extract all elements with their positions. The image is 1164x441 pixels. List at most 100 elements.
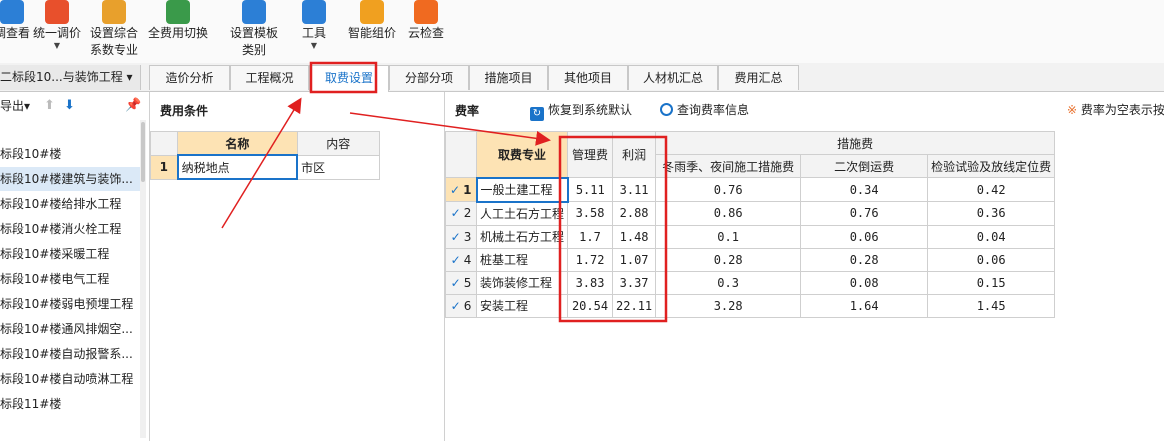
row-number: ✓ 4: [445, 247, 477, 272]
table-row[interactable]: ✓ 5 装饰装修工程 3.83 3.37 0.3 0.08 0.15: [445, 270, 1056, 295]
profession-cell[interactable]: 人工土石方工程: [475, 201, 569, 226]
toolbar-button-label: 云检查: [407, 26, 444, 40]
secondary-cell[interactable]: 0.08: [800, 270, 929, 295]
toolbar-button-label: 统一调价: [32, 26, 81, 40]
tab-8[interactable]: 费用汇总: [718, 65, 799, 90]
secondary-cell[interactable]: 0.76: [800, 201, 929, 226]
secondary-cell[interactable]: 0.34: [800, 177, 929, 202]
winter-cell[interactable]: 0.1: [655, 224, 802, 249]
table-row[interactable]: ✓ 3 机械土石方工程 1.7 1.48 0.1 0.06 0.04: [445, 224, 1056, 249]
winter-cell[interactable]: 0.3: [655, 270, 802, 295]
toolbar-button-label-2: 系数专业: [89, 43, 138, 57]
winter-cell[interactable]: 0.76: [655, 177, 802, 202]
tab-6[interactable]: 其他项目: [548, 65, 628, 90]
row-number-text: 4: [463, 252, 472, 267]
inspection-cell[interactable]: 0.42: [927, 177, 1056, 202]
toolbar-button-1[interactable]: 调查看: [0, 0, 30, 42]
toolbar-button-6[interactable]: 工具 ▼: [296, 0, 332, 50]
condition-name-cell[interactable]: 纳税地点: [176, 154, 299, 180]
profession-cell[interactable]: 一般土建工程: [475, 176, 569, 203]
toolbar-button-7[interactable]: 智能组价: [346, 0, 398, 42]
asterisk-icon: ※: [1067, 103, 1078, 117]
project-selector[interactable]: 二标段10...与装饰工程 ▾: [0, 65, 141, 90]
table-row[interactable]: ✓ 4 桩基工程 1.72 1.07 0.28 0.28 0.06: [445, 247, 1056, 272]
toolbar-button-label: 全费用切换: [147, 26, 208, 40]
col-header-content: 内容: [296, 131, 381, 156]
profession-cell[interactable]: 安装工程: [475, 293, 569, 318]
inspection-cell[interactable]: 0.06: [927, 247, 1056, 272]
winter-cell[interactable]: 0.28: [655, 247, 802, 272]
tree-item[interactable]: 标段10#楼自动喷淋工程: [0, 367, 140, 391]
tree-item[interactable]: 标段10#楼建筑与装饰...: [0, 167, 140, 191]
tab-5[interactable]: 措施项目: [469, 65, 548, 90]
profit-cell[interactable]: 3.37: [612, 270, 657, 295]
tree-item[interactable]: 标段10#楼消火栓工程: [0, 217, 140, 241]
management-cell[interactable]: 5.11: [567, 177, 614, 202]
profit-cell[interactable]: 22.11: [612, 293, 657, 318]
toolbar-button-5[interactable]: 设置模板 类别: [224, 0, 284, 59]
profession-cell[interactable]: 机械土石方工程: [475, 224, 569, 249]
inspection-cell[interactable]: 0.15: [927, 270, 1056, 295]
management-cell[interactable]: 1.72: [567, 247, 614, 272]
row-number: ✓ 1: [445, 177, 477, 202]
winter-cell[interactable]: 3.28: [655, 293, 802, 318]
toolbar-button-3[interactable]: 设置综合 系数专业: [86, 0, 142, 59]
fee-rates-panel: 费率 ↻ 恢复到系统默认 查询费率信息 ※ 费率为空表示按 取费专业 管理费 利润…: [445, 92, 1164, 441]
pin-icon[interactable]: 📌: [125, 92, 141, 120]
move-up-icon[interactable]: ⬆: [44, 92, 55, 120]
tree-item[interactable]: 标段10#楼通风排烟空...: [0, 317, 140, 341]
tree-item[interactable]: 标段10#楼弱电预埋工程: [0, 292, 140, 316]
inspection-cell[interactable]: 0.04: [927, 224, 1056, 249]
tree-scrollbar-thumb[interactable]: [141, 122, 145, 182]
table-row[interactable]: ✓ 6 安装工程 20.54 22.11 3.28 1.64 1.45: [445, 293, 1056, 318]
restore-default-button[interactable]: ↻ 恢复到系统默认: [530, 101, 632, 121]
profit-cell[interactable]: 2.88: [612, 201, 657, 226]
condition-content-cell[interactable]: 市区: [296, 154, 381, 180]
query-rates-button[interactable]: 查询费率信息: [660, 101, 749, 118]
table-row[interactable]: ✓ 1 一般土建工程 5.11 3.11 0.76 0.34 0.42: [445, 176, 1056, 203]
tab-2[interactable]: 工程概况: [230, 65, 309, 90]
toolbar-button-4[interactable]: 全费用切换: [146, 0, 210, 42]
check-icon: ✓: [450, 252, 461, 267]
secondary-cell[interactable]: 0.06: [800, 224, 929, 249]
project-tree-panel: 导出▾ ⬆ ⬇ 📌 标段10#楼 标段10#楼建筑与装饰... 标段10#楼给排水工…: [0, 92, 150, 441]
table-row[interactable]: ✓ 2 人工土石方工程 3.58 2.88 0.86 0.76 0.36: [445, 201, 1056, 226]
secondary-cell[interactable]: 0.28: [800, 247, 929, 272]
row-number: ✓ 5: [445, 270, 477, 295]
smart-price-icon: [360, 0, 384, 24]
secondary-cell[interactable]: 1.64: [800, 293, 929, 318]
tree-item[interactable]: 标段10#楼: [0, 142, 140, 166]
management-cell[interactable]: 20.54: [567, 293, 614, 318]
tab-7[interactable]: 人材机汇总: [628, 65, 718, 90]
tab-4[interactable]: 分部分项: [389, 65, 469, 90]
tree-item[interactable]: 标段10#楼电气工程: [0, 267, 140, 291]
profession-cell[interactable]: 桩基工程: [475, 247, 569, 272]
tree-item[interactable]: 标段10#楼自动报警系...: [0, 342, 140, 366]
tree-item[interactable]: 标段10#楼采暖工程: [0, 242, 140, 266]
toolbar-button-label: 设置综合: [89, 26, 138, 40]
management-cell[interactable]: 3.83: [567, 270, 614, 295]
profit-cell[interactable]: 3.11: [612, 177, 657, 202]
management-cell[interactable]: 1.7: [567, 224, 614, 249]
move-down-icon[interactable]: ⬇: [64, 92, 75, 120]
tree-toolbar: 导出▾ ⬆ ⬇ 📌: [0, 92, 149, 120]
management-cell[interactable]: 3.58: [567, 201, 614, 226]
winter-cell[interactable]: 0.86: [655, 201, 802, 226]
tab-bar: 二标段10...与装饰工程 ▾ 造价分析 工程概况 取费设置 分部分项 措施项目 其他项目…: [0, 63, 1164, 92]
profession-cell[interactable]: 装饰装修工程: [475, 270, 569, 295]
table-row[interactable]: 1 纳税地点 市区: [149, 154, 381, 180]
inspection-cell[interactable]: 0.36: [927, 201, 1056, 226]
toolbar-button-2[interactable]: 统一调价 ▼: [32, 0, 82, 50]
rates-note: ※ 费率为空表示按: [1067, 101, 1164, 118]
profit-cell[interactable]: 1.07: [612, 247, 657, 272]
tree-item[interactable]: 标段11#楼: [0, 392, 140, 416]
profit-cell[interactable]: 1.48: [612, 224, 657, 249]
export-button[interactable]: 导出▾: [0, 92, 30, 120]
tree-item[interactable]: 标段10#楼给排水工程: [0, 192, 140, 216]
tab-3[interactable]: 取费设置: [309, 65, 389, 92]
inspection-cell[interactable]: 1.45: [927, 293, 1056, 318]
tab-1[interactable]: 造价分析: [149, 65, 230, 90]
toolbar-button-8[interactable]: 云检查: [404, 0, 448, 42]
toolbar-button-label: 工具: [301, 26, 326, 40]
cloud-check-icon: [414, 0, 438, 24]
